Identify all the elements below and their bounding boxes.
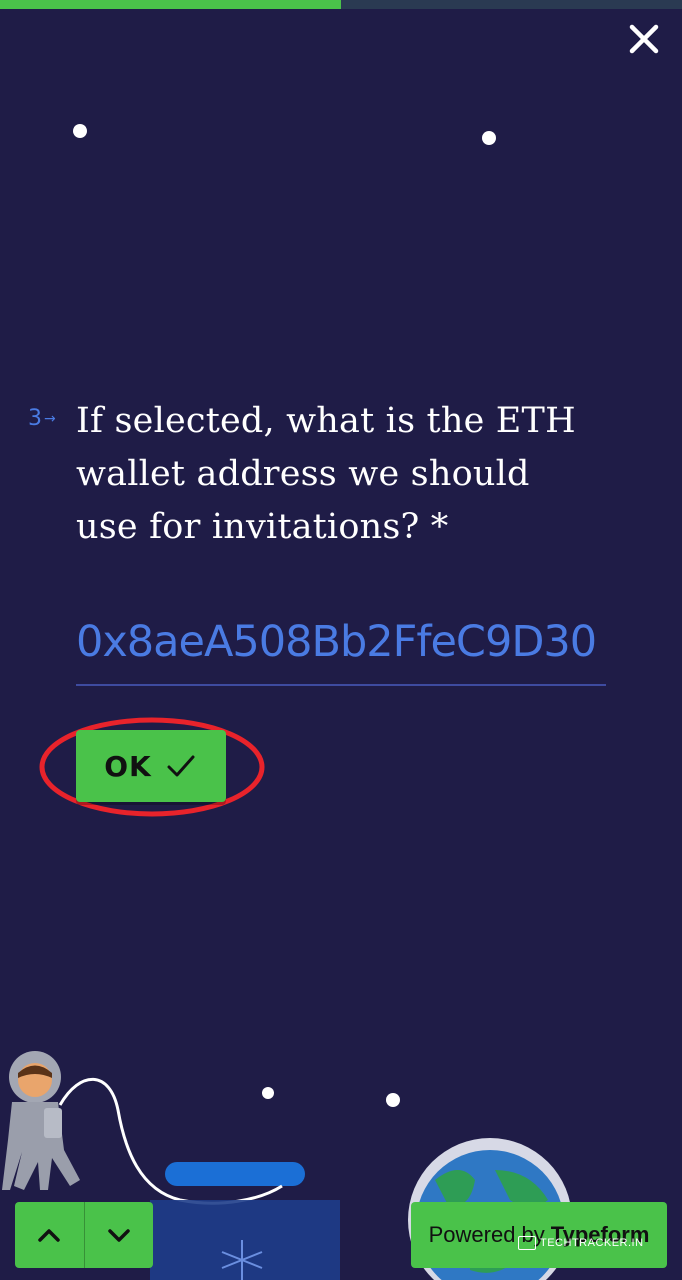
close-button[interactable] — [623, 18, 665, 60]
cloud-shape — [150, 1200, 340, 1280]
previous-question-button[interactable] — [15, 1202, 84, 1268]
powered-by-typeform-button[interactable]: Powered by Typeform — [411, 1202, 667, 1268]
close-icon — [629, 24, 659, 54]
progress-bar — [0, 0, 682, 9]
star-decoration — [262, 1087, 274, 1099]
check-icon — [167, 755, 195, 777]
next-question-button[interactable] — [85, 1202, 154, 1268]
answer-field[interactable] — [76, 612, 606, 686]
chevron-down-icon — [108, 1229, 130, 1242]
astronaut — [2, 1051, 80, 1190]
watermark: TECHTRACKER.IN — [518, 1236, 644, 1250]
wallet-address-input[interactable] — [76, 612, 606, 672]
question-number: 3 → — [28, 406, 56, 431]
question-number-text: 3 — [28, 406, 42, 431]
arrow-right-icon: → — [44, 410, 56, 427]
ok-button[interactable]: OK — [76, 730, 226, 802]
question-navigation — [15, 1202, 153, 1268]
progress-bar-fill — [0, 0, 341, 9]
ok-button-label: OK — [104, 749, 152, 783]
question-text: If selected, what is the ETH wallet addr… — [76, 401, 576, 547]
floating-platform — [165, 1162, 305, 1186]
star-decoration — [482, 131, 496, 145]
star-decoration — [73, 124, 87, 138]
chevron-up-icon — [38, 1229, 60, 1242]
watermark-text: TECHTRACKER.IN — [540, 1237, 644, 1249]
watermark-logo-icon — [518, 1236, 536, 1250]
star-decoration — [386, 1093, 400, 1107]
